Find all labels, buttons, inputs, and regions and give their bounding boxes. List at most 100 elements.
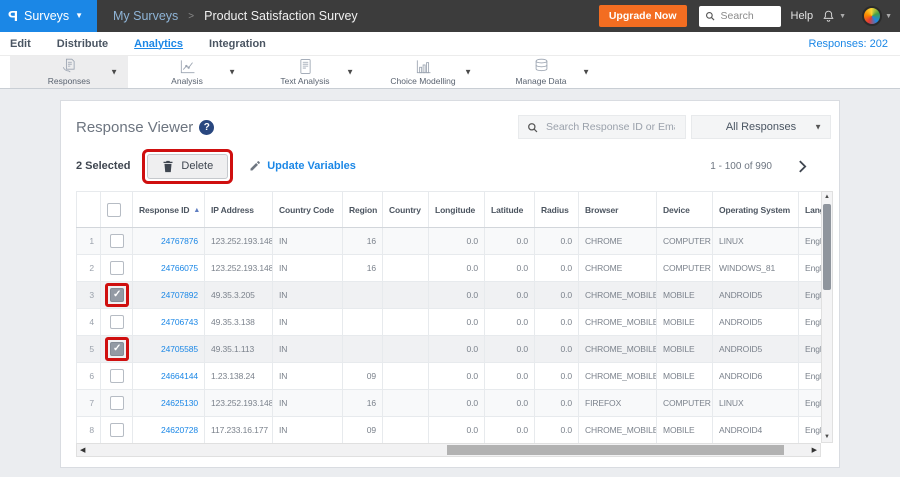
toolbar-item-responses[interactable]: Responses ▼ [10,56,128,88]
response-id-link[interactable]: 24707892 [161,290,198,300]
toolbar-item-text-analysis[interactable]: Text Analysis ▼ [246,56,364,88]
breadcrumb-my-surveys[interactable]: My Surveys [113,9,178,23]
survey-nav: Edit Distribute Analytics Integration Re… [0,32,900,55]
row-checkbox[interactable] [109,396,124,410]
response-id-link[interactable]: 24625130 [161,398,198,408]
column-header-language[interactable]: Language [798,191,821,228]
cell-ip: 123.252.193.148 [204,227,273,255]
row-checkbox[interactable] [109,234,124,248]
global-search-box[interactable] [698,5,781,27]
row-checkbox[interactable] [109,261,124,275]
cell-os: ANDROID6 [712,362,799,390]
scroll-up-icon[interactable]: ▲ [822,194,832,200]
response-id-link[interactable]: 24705585 [161,344,198,354]
column-header-longitude[interactable]: Longitude [428,191,485,228]
table-row: 7 24625130 123.252.193.148 IN 16 0.0 0.0 0.0 FIR… [76,389,821,417]
chevron-down-icon: ▼ [885,12,892,20]
response-id-link[interactable]: 24767876 [161,236,198,246]
chevron-down-icon[interactable]: ▼ [582,68,590,77]
column-header-country-code[interactable]: Country Code [272,191,343,228]
chevron-down-icon[interactable]: ▼ [228,68,236,77]
cell-language: English [798,335,821,363]
row-checkbox-checked[interactable] [110,288,124,302]
column-header-browser[interactable]: Browser [578,191,657,228]
response-search-box[interactable] [518,115,686,139]
scroll-left-icon[interactable]: ◀ [80,445,85,456]
delete-button[interactable]: Delete [147,153,229,179]
row-checkbox[interactable] [109,369,124,383]
table-row: 8 24620728 117.233.16.177 IN 09 0.0 0.0 0.0 CHRO… [76,416,821,443]
help-link[interactable]: Help [791,10,814,22]
tab-edit[interactable]: Edit [10,38,31,50]
scroll-down-icon[interactable]: ▼ [822,434,832,440]
horizontal-scrollbar-thumb[interactable] [447,445,784,455]
chevron-down-icon[interactable]: ▼ [346,68,354,77]
analysis-icon [178,58,197,75]
row-checkbox-checked[interactable] [110,342,124,356]
column-header-operating-system[interactable]: Operating System [712,191,799,228]
pagination-label: 1 - 100 of 990 [710,160,772,172]
column-header-response-id[interactable]: Response ID ▲ [132,191,205,228]
row-checkbox[interactable] [109,423,124,437]
column-header-ip-address[interactable]: IP Address [204,191,273,228]
tab-distribute[interactable]: Distribute [57,38,108,50]
selected-count-label: 2 Selected [76,160,131,172]
toolbar-item-manage-data[interactable]: Manage Data ▼ [482,56,600,88]
response-search-input[interactable] [544,120,677,134]
cell-region: 16 [342,389,383,417]
cell-device: MOBILE [656,335,713,363]
chevron-down-icon[interactable]: ▼ [110,68,118,77]
cell-longitude: 0.0 [428,281,485,309]
cell-region: 09 [342,416,383,443]
upgrade-now-button[interactable]: Upgrade Now [598,5,687,27]
next-page-button[interactable] [798,159,807,173]
tab-analytics[interactable]: Analytics [134,38,183,50]
responses-count[interactable]: Responses: 202 [809,38,891,50]
row-select-cell [100,308,133,336]
response-id-link[interactable]: 24664144 [161,371,198,381]
text-analysis-icon [296,58,315,75]
column-header-radius[interactable]: Radius [534,191,579,228]
product-switcher[interactable]: P Surveys ▼ [0,0,97,32]
cell-longitude: 0.0 [428,254,485,282]
response-id-link[interactable]: 24706743 [161,317,198,327]
select-all-checkbox[interactable] [107,202,121,217]
vertical-scrollbar[interactable]: ▲ ▼ [821,191,833,443]
responses-filter-dropdown[interactable]: All Responses ▼ [691,115,831,139]
column-header-country[interactable]: Country [382,191,429,228]
checkbox-highlight-box [105,283,129,307]
toolbar-item-analysis[interactable]: Analysis ▼ [128,56,246,88]
filter-selected-value: All Responses [725,121,797,133]
avatar[interactable] [862,6,883,26]
toolbar-item-choice-modelling[interactable]: Choice Modelling ▼ [364,56,482,88]
column-header-device[interactable]: Device [656,191,713,228]
cell-device: MOBILE [656,281,713,309]
scroll-right-icon[interactable]: ▶ [812,445,817,456]
cell-ip: 123.252.193.148 [204,254,273,282]
table-viewport: Response ID ▲ IP Address Country Code Region… [76,191,821,443]
response-id-link[interactable]: 24766075 [161,263,198,273]
update-variables-button[interactable]: Update Variables [249,160,356,172]
table-row: 4 24706743 49.35.3.138 IN 0.0 0.0 0.0 CHROME_MO… [76,308,821,336]
search-icon [705,11,715,21]
horizontal-scrollbar[interactable]: ◀ ▶ [76,443,821,457]
notifications-button[interactable]: ▼ [821,9,846,24]
cell-country [382,389,429,417]
tab-integration[interactable]: Integration [209,38,266,50]
cell-response-id: 24664144 [132,362,205,390]
delete-button-label: Delete [181,159,214,172]
cell-response-id: 24625130 [132,389,205,417]
cell-latitude: 0.0 [484,416,535,443]
cell-latitude: 0.0 [484,362,535,390]
vertical-scrollbar-thumb[interactable] [823,204,831,290]
column-header-latitude[interactable]: Latitude [484,191,535,228]
global-search-input[interactable] [718,9,775,23]
cell-radius: 0.0 [534,389,579,417]
cell-radius: 0.0 [534,362,579,390]
account-menu[interactable]: ▼ [854,6,892,26]
row-checkbox[interactable] [109,315,124,329]
response-id-link[interactable]: 24620728 [161,425,198,435]
chevron-down-icon[interactable]: ▼ [464,68,472,77]
help-badge-icon[interactable]: ? [199,119,215,135]
column-header-region[interactable]: Region [342,191,383,228]
